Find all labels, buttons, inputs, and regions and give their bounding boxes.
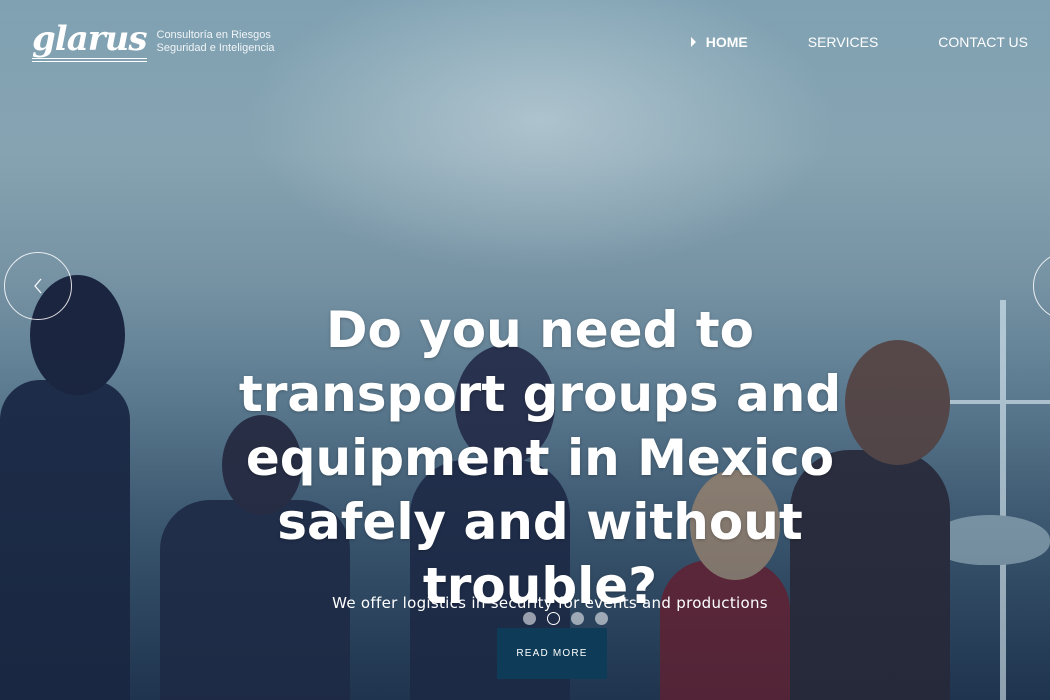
slider-dot-3[interactable] <box>571 612 584 625</box>
slider-pagination <box>523 612 608 625</box>
logo-tagline-line1: Consultoría en Riesgos <box>156 29 271 41</box>
chevron-left-icon <box>5 253 71 319</box>
slide-subtitle: We offer logistics in security for event… <box>332 594 768 612</box>
nav-item-label: SERVICES <box>807 34 879 50</box>
slide-headline: Do you need to transport groups and equi… <box>238 301 842 615</box>
main-nav: HOME SERVICES CONTACT US <box>631 34 1028 50</box>
hero-slider: glarus Consultoría en Riesgos Seguridad … <box>0 0 1050 700</box>
slider-prev-button[interactable] <box>4 252 72 320</box>
slider-next-button[interactable] <box>1033 252 1050 320</box>
nav-item-contact-us[interactable]: CONTACT US <box>938 34 1028 50</box>
read-more-button[interactable]: READ MORE <box>497 628 607 679</box>
logo-tagline: Consultoría en Riesgos Seguridad e Intel… <box>157 29 275 55</box>
nav-item-label: HOME <box>705 34 748 50</box>
nav-item-label: CONTACT US <box>938 34 1028 50</box>
nav-item-home[interactable]: HOME <box>690 34 748 50</box>
caret-right-icon <box>690 37 696 47</box>
chevron-right-icon <box>1034 253 1050 319</box>
logo-tagline-line2: Seguridad e Inteligencia <box>156 42 275 54</box>
slider-dot-4[interactable] <box>595 612 608 625</box>
logo-mark: glarus <box>32 22 147 62</box>
site-logo[interactable]: glarus Consultoría en Riesgos Seguridad … <box>32 22 275 62</box>
nav-item-services[interactable]: SERVICES <box>808 34 879 50</box>
slider-dot-2[interactable] <box>547 612 560 625</box>
slider-dot-1[interactable] <box>523 612 536 625</box>
